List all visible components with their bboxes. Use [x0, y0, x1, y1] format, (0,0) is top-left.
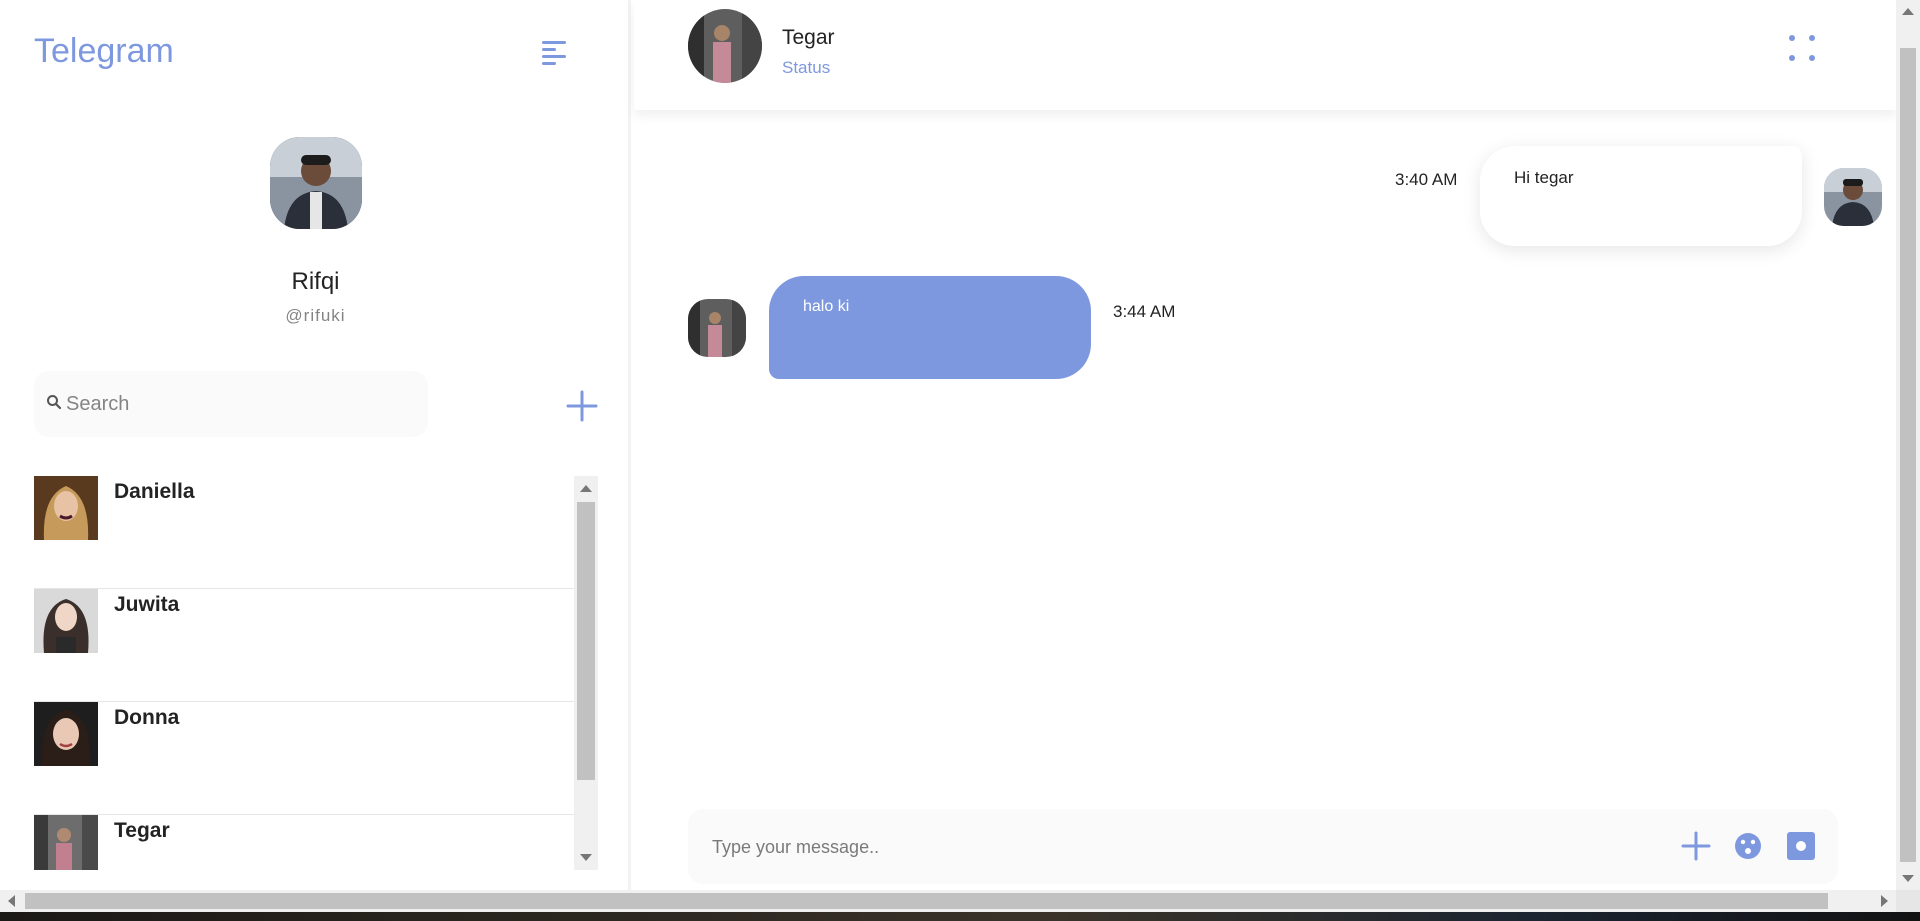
- message-input[interactable]: [710, 831, 1610, 863]
- chat-header: Tegar Status: [634, 0, 1896, 110]
- avatar: [34, 702, 98, 766]
- chat-contact-status: Status: [782, 58, 831, 77]
- scrollbar-corner: [1896, 890, 1920, 912]
- desktop-strip: [0, 912, 1920, 921]
- profile-avatar[interactable]: [270, 137, 362, 229]
- contact-list-scrollbar[interactable]: [574, 476, 598, 870]
- chat-avatar[interactable]: [688, 9, 762, 83]
- sidebar: Telegram Rifqi @rifuki Search Daniella J…: [0, 0, 631, 890]
- profile-handle: @rifuki: [285, 306, 346, 325]
- message-bubble-outgoing: Hi tegar: [1480, 146, 1802, 246]
- profile-name: Rifqi: [291, 268, 340, 295]
- plus-icon[interactable]: [566, 390, 598, 422]
- avatar: [1824, 168, 1882, 226]
- dots-grid-icon[interactable]: [1787, 33, 1817, 63]
- scrollbar-thumb[interactable]: [577, 502, 595, 780]
- scrollbar-thumb[interactable]: [25, 893, 1828, 909]
- message-bubble-incoming: halo ki: [769, 276, 1091, 379]
- list-item[interactable]: Donna: [34, 702, 574, 815]
- page-vertical-scrollbar[interactable]: [1896, 0, 1920, 890]
- avatar: [34, 589, 98, 653]
- scroll-down-arrow-icon[interactable]: [580, 854, 592, 861]
- list-item[interactable]: Daniella: [34, 476, 574, 589]
- message-time: 3:44 AM: [1113, 302, 1176, 321]
- scroll-up-arrow-icon[interactable]: [580, 485, 592, 492]
- search-box[interactable]: [34, 371, 428, 437]
- search-input[interactable]: [64, 391, 404, 417]
- scroll-up-arrow-icon[interactable]: [1902, 8, 1914, 15]
- scroll-down-arrow-icon[interactable]: [1902, 875, 1914, 882]
- message-time: 3:40 AM: [1395, 170, 1458, 189]
- contact-name: Juwita: [114, 593, 180, 616]
- avatar: [34, 476, 98, 540]
- contact-list: Daniella Juwita Donna Tegar: [34, 476, 574, 870]
- scrollbar-thumb[interactable]: [1900, 48, 1916, 862]
- contact-name: Daniella: [114, 480, 195, 503]
- list-item[interactable]: Juwita: [34, 589, 574, 702]
- camera-icon[interactable]: [1786, 831, 1816, 861]
- message-composer: [688, 809, 1838, 884]
- emoji-icon[interactable]: [1733, 831, 1763, 861]
- contact-name: Tegar: [114, 819, 170, 842]
- plus-icon[interactable]: [1681, 831, 1711, 861]
- app-title: Telegram: [34, 32, 174, 70]
- scroll-right-arrow-icon[interactable]: [1881, 895, 1888, 907]
- search-icon: [46, 394, 62, 415]
- chat-contact-name: Tegar: [782, 26, 835, 49]
- contact-name: Donna: [114, 706, 180, 729]
- avatar: [688, 299, 746, 357]
- scroll-left-arrow-icon[interactable]: [8, 895, 15, 907]
- list-item[interactable]: Tegar: [34, 815, 574, 870]
- hamburger-menu-icon[interactable]: [540, 38, 568, 68]
- page-horizontal-scrollbar[interactable]: [0, 890, 1896, 912]
- avatar: [34, 815, 98, 870]
